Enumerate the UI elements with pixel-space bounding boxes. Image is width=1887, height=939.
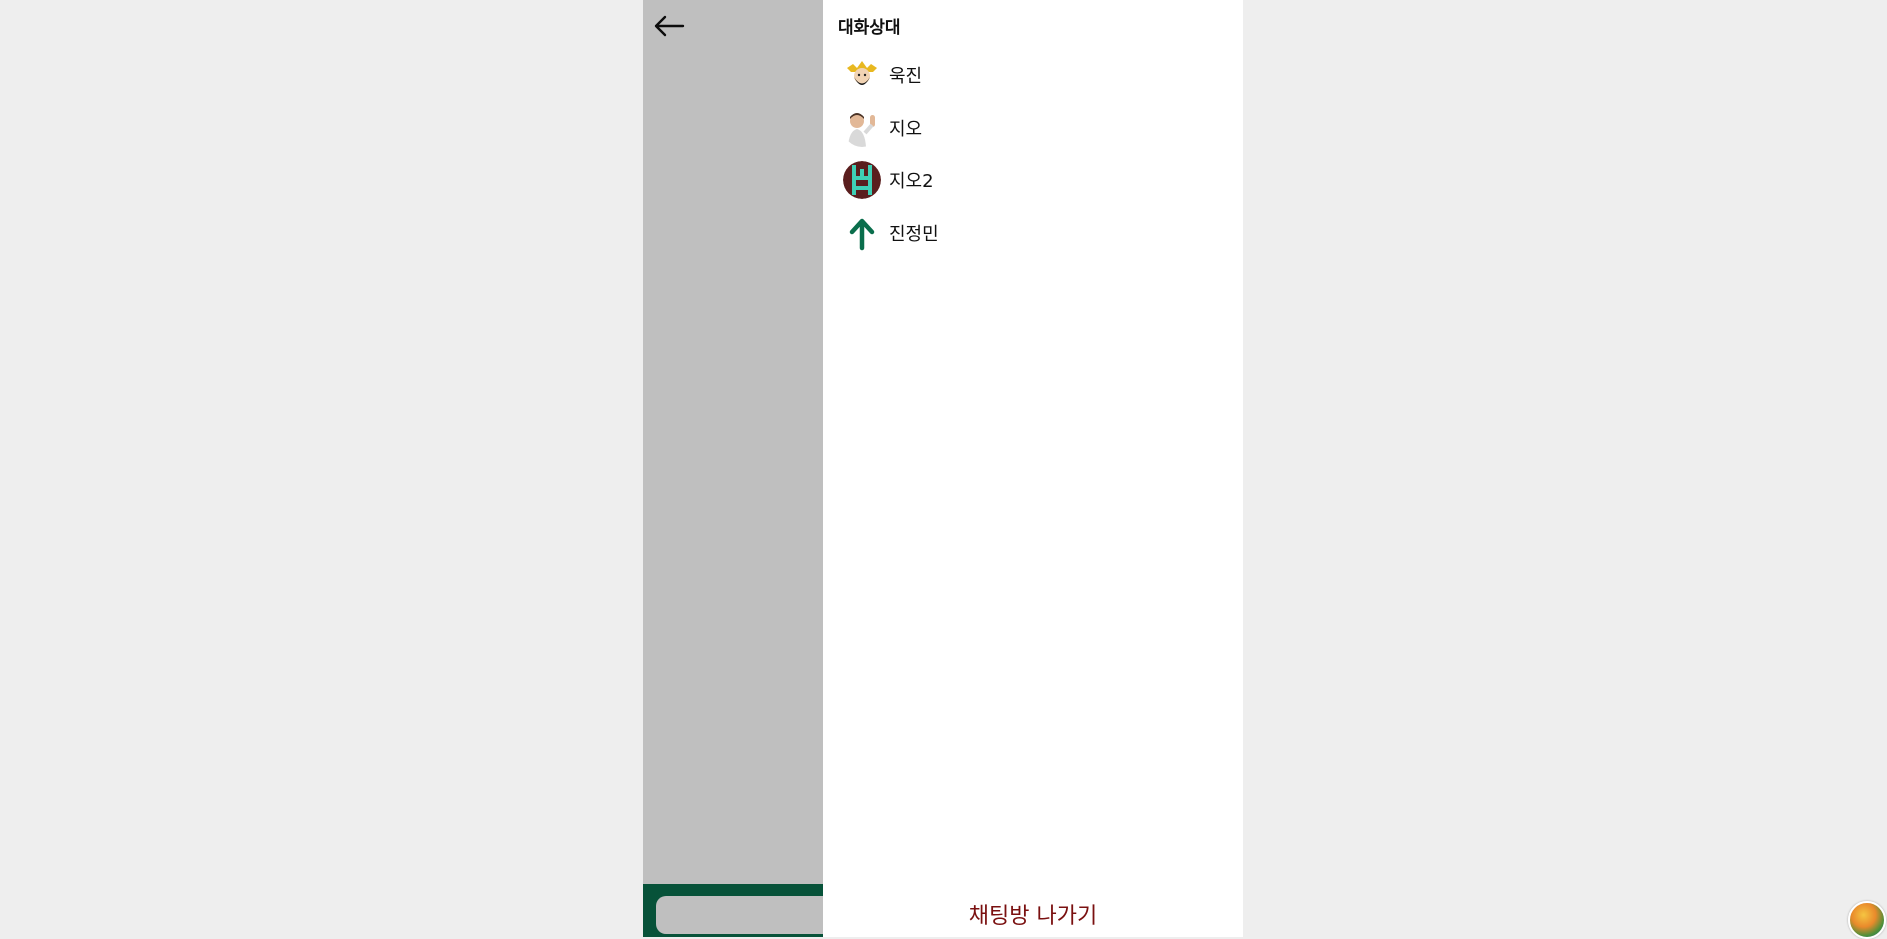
landscape-badge-icon[interactable] (1848, 901, 1886, 939)
participant-item[interactable]: 진정민 (843, 213, 1223, 252)
participant-item[interactable]: 지오 (843, 108, 1223, 147)
leave-chatroom-button[interactable]: 채팅방 나가기 (823, 896, 1243, 932)
participants-drawer: 대화상대 욱진 지오 지오2 진정민 채팅방 나가기 (823, 0, 1243, 937)
participant-name: 욱진 (889, 66, 923, 87)
participant-name: 지오2 (889, 171, 934, 192)
avatar (843, 108, 881, 147)
participant-name: 진정민 (889, 223, 939, 245)
avatar (843, 56, 881, 94)
drawer-title: 대화상대 (838, 18, 901, 38)
participant-item[interactable]: 지오2 (843, 161, 1223, 199)
participant-list: 욱진 지오 지오2 진정민 (843, 56, 1223, 266)
participant-name: 지오 (889, 118, 923, 140)
participant-item[interactable]: 욱진 (843, 56, 1223, 94)
phone-frame: 대화상대 욱진 지오 지오2 진정민 채팅방 나가기 (643, 0, 1243, 937)
avatar (843, 161, 881, 199)
avatar (843, 213, 881, 252)
arrow-up-icon (843, 213, 881, 252)
